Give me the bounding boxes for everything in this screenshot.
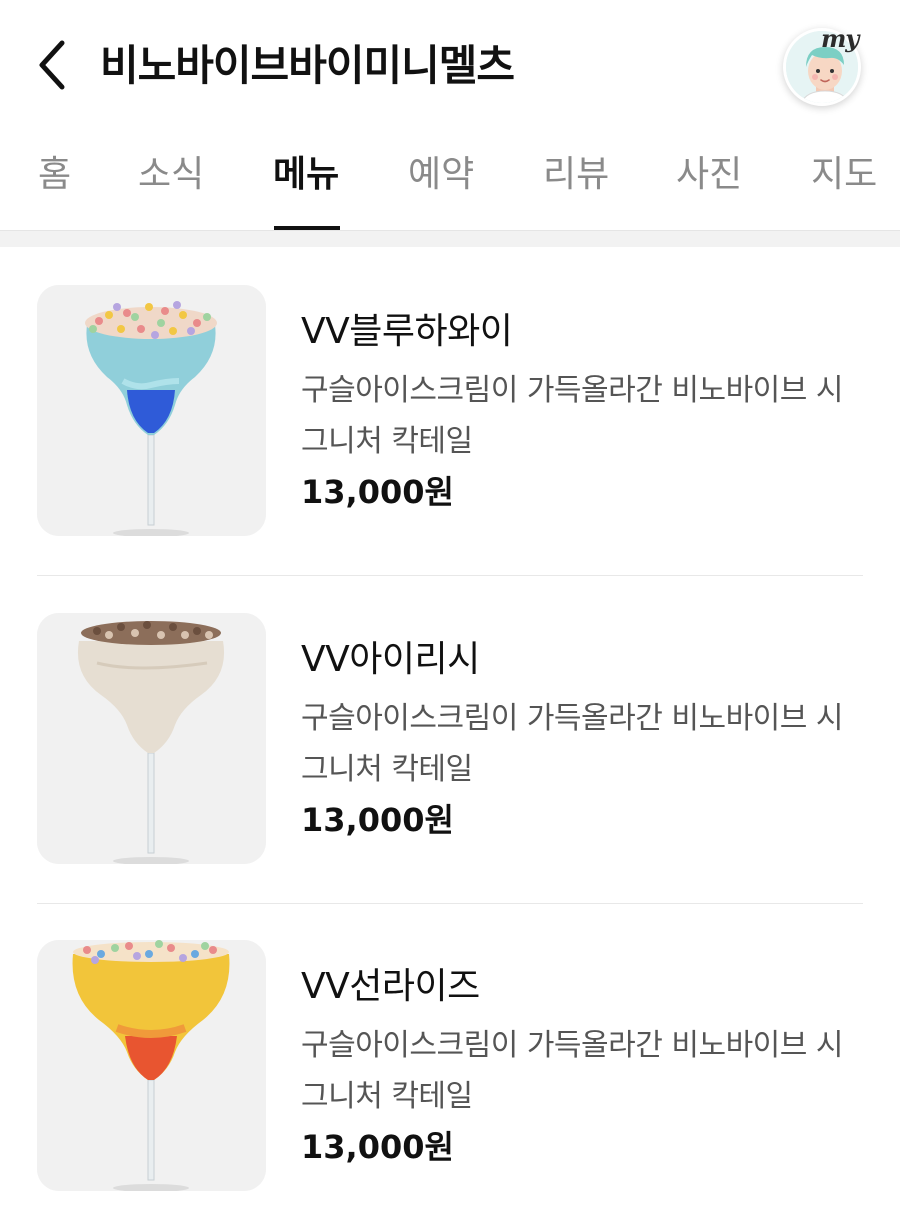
menu-item-price: 13,000원	[301, 1128, 454, 1166]
sunrise-cocktail-icon	[37, 940, 266, 1191]
menu-item-name: VV아이리시	[301, 639, 480, 680]
item-divider	[37, 575, 863, 576]
menu-item-description: 구슬아이스크림이 가득올라간 비노바이브 시그니처 칵테일	[301, 701, 844, 787]
active-tab-indicator	[274, 226, 340, 230]
tab-photos[interactable]: 사진	[676, 151, 742, 199]
cream-cocktail-icon	[37, 613, 266, 864]
item-divider	[37, 903, 863, 904]
tab-bar: 홈 소식 메뉴 예약 리뷰 사진 지도	[0, 125, 900, 231]
tab-news[interactable]: 소식	[138, 151, 204, 199]
menu-item-price: 13,000원	[301, 473, 454, 511]
blue-cocktail-icon	[37, 285, 266, 536]
tab-menu[interactable]: 메뉴	[273, 151, 339, 199]
menu-item-image	[37, 940, 266, 1191]
tab-home[interactable]: 홈	[38, 151, 71, 199]
my-profile-button[interactable]: my	[783, 24, 865, 110]
top-header: 비노바이브바이미니멜츠 my	[0, 0, 900, 125]
tab-reviews[interactable]: 리뷰	[543, 151, 609, 199]
chevron-left-icon	[39, 40, 65, 90]
menu-item[interactable]: VV블루하와이 구슬아이스크림이 가득올라간 비노바이브 시그니처 칵테일 13…	[0, 285, 900, 613]
store-menu-page: 비노바이브바이미니멜츠 my 홈 소식 메뉴 예약 리뷰 사진 지도 VV블루하…	[0, 0, 900, 1224]
menu-item[interactable]: VV선라이즈 구슬아이스크림이 가득올라간 비노바이브 시그니처 칵테일 13,…	[0, 940, 900, 1224]
menu-item-image	[37, 613, 266, 864]
section-divider	[0, 231, 900, 247]
menu-item-price: 13,000원	[301, 801, 454, 839]
menu-item-name: VV선라이즈	[301, 966, 480, 1007]
tab-reservation[interactable]: 예약	[408, 151, 474, 199]
menu-item-description: 구슬아이스크림이 가득올라간 비노바이브 시그니처 칵테일	[301, 1028, 844, 1114]
tab-map[interactable]: 지도	[811, 151, 877, 199]
menu-item-image	[37, 285, 266, 536]
my-badge: my	[821, 24, 859, 53]
menu-item-description: 구슬아이스크림이 가득올라간 비노바이브 시그니처 칵테일	[301, 373, 844, 459]
menu-item-name: VV블루하와이	[301, 311, 513, 352]
back-button[interactable]	[22, 30, 82, 100]
menu-item[interactable]: VV아이리시 구슬아이스크림이 가득올라간 비노바이브 시그니처 칵테일 13,…	[0, 613, 900, 941]
page-title: 비노바이브바이미니멜츠	[100, 41, 515, 90]
